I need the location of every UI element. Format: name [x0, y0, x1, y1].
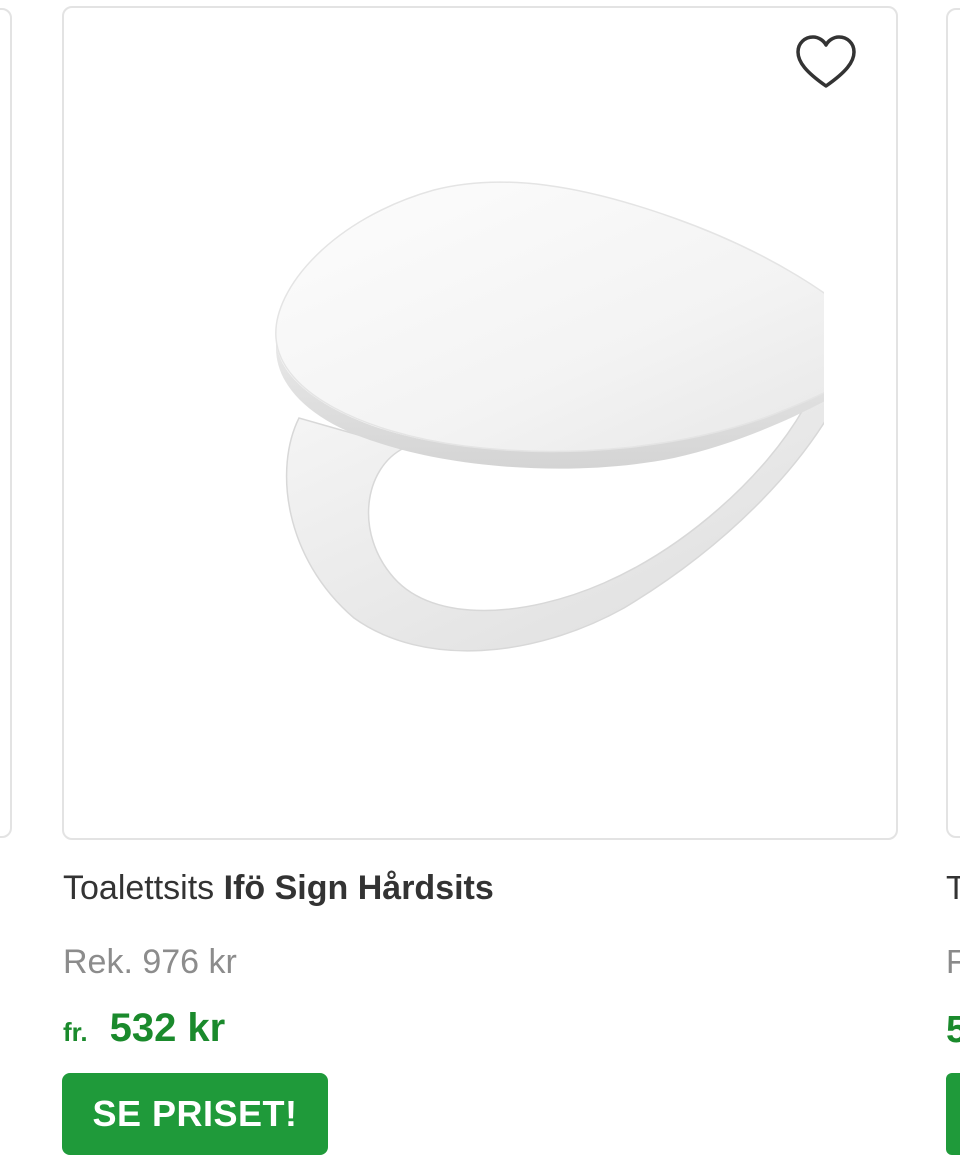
product-image[interactable] — [204, 178, 881, 678]
see-price-button[interactable]: SE PRISET! — [62, 1073, 328, 1155]
price-value: 532 kr — [109, 1006, 226, 1050]
product-carousel: T F 5 Toalettsits Ifö Sign Hårdsits Rek.… — [0, 0, 960, 1163]
recommended-price: Rek. 976 kr — [63, 943, 237, 981]
product-category: Toalettsits — [63, 869, 215, 907]
next-product-title[interactable]: T — [946, 866, 960, 910]
next-product-card[interactable] — [946, 8, 960, 838]
next-product-price: 5 — [946, 1009, 960, 1051]
product-card[interactable] — [62, 6, 898, 840]
previous-product-card[interactable] — [0, 8, 12, 838]
price-prefix: fr. — [63, 1017, 88, 1047]
product-title[interactable]: Toalettsits Ifö Sign Hårdsits — [63, 866, 494, 910]
product-name: Ifö Sign Hårdsits — [223, 869, 494, 907]
next-product-cta-button[interactable] — [946, 1073, 960, 1155]
price: fr. 532 kr — [63, 1006, 225, 1051]
next-product-rek-price: F — [946, 943, 960, 980]
heart-icon[interactable] — [794, 34, 858, 94]
